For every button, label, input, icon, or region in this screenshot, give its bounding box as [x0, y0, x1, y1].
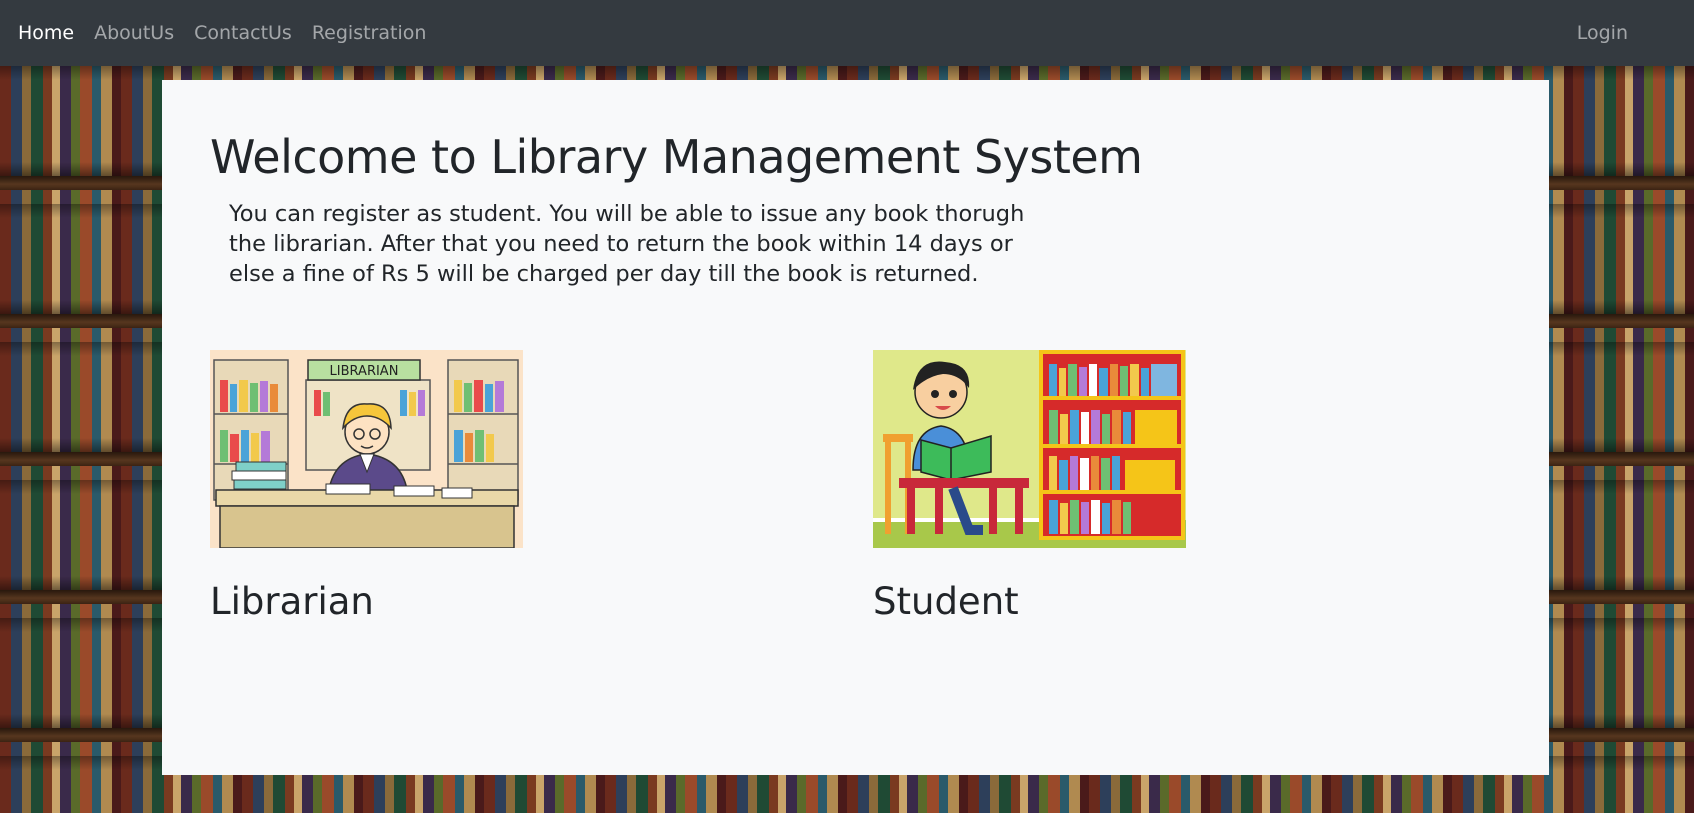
intro-text: You can register as student. You will be…	[229, 201, 1025, 287]
librarian-sign-text: LIBRARIAN	[330, 364, 399, 379]
librarian-card: LIBRARIAN Librarian	[210, 350, 530, 623]
nav-aboutus-link[interactable]: AboutUs	[94, 22, 174, 44]
student-title[interactable]: Student	[873, 580, 1193, 623]
student-card: Student	[873, 350, 1193, 623]
nav-login-link[interactable]: Login	[1577, 22, 1628, 44]
student-reading-illustration[interactable]	[873, 350, 1186, 548]
main-panel: Welcome to Library Management System You…	[162, 80, 1549, 775]
librarian-title[interactable]: Librarian	[210, 580, 530, 623]
page-title: Welcome to Library Management System	[210, 130, 1143, 184]
top-navbar: Home AboutUs ContactUs Registration Logi…	[0, 0, 1694, 66]
nav-links: Home AboutUs ContactUs Registration	[18, 22, 446, 44]
nav-registration-link[interactable]: Registration	[312, 22, 427, 44]
nav-contactus-link[interactable]: ContactUs	[194, 22, 292, 44]
librarian-illustration[interactable]: LIBRARIAN	[210, 350, 523, 548]
nav-home-link[interactable]: Home	[18, 22, 74, 44]
